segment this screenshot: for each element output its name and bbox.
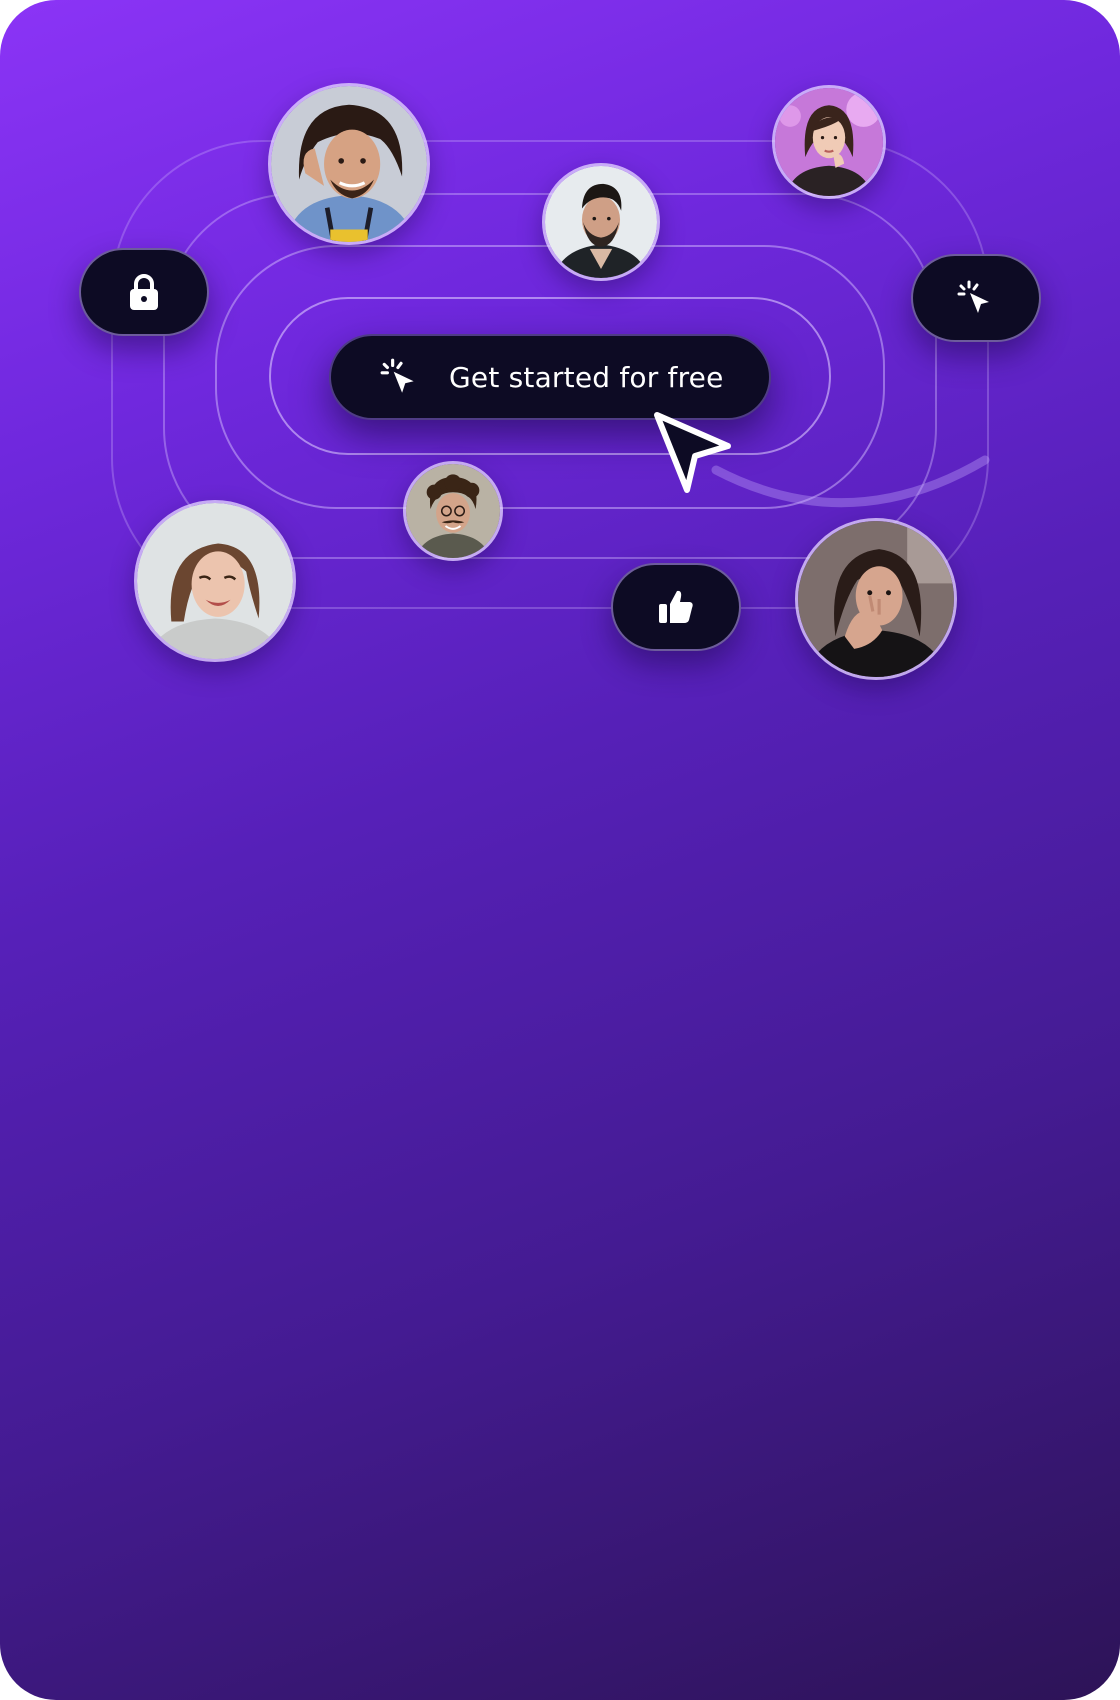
like-badge[interactable] bbox=[611, 563, 741, 651]
lock-badge[interactable] bbox=[79, 248, 209, 336]
get-started-label: Get started for free bbox=[449, 360, 724, 394]
lock-icon bbox=[130, 274, 158, 310]
get-started-button[interactable]: Get started for free bbox=[329, 334, 771, 420]
thumbs-up-icon bbox=[659, 590, 693, 623]
hero-card: Get started for free bbox=[0, 0, 1120, 1700]
avatar-curly-haired-man bbox=[403, 461, 503, 561]
click-cursor-icon bbox=[957, 280, 989, 313]
avatar-long-haired-man bbox=[268, 83, 430, 245]
avatar-bearded-man bbox=[542, 163, 660, 281]
avatar-woman-top-right bbox=[772, 85, 886, 199]
click-cursor-icon bbox=[380, 358, 414, 393]
click-badge[interactable] bbox=[911, 254, 1041, 342]
avatar-woman-bottom-right bbox=[795, 518, 957, 680]
avatar-smiling-woman bbox=[134, 500, 296, 662]
pointer-cursor-icon bbox=[654, 412, 731, 493]
